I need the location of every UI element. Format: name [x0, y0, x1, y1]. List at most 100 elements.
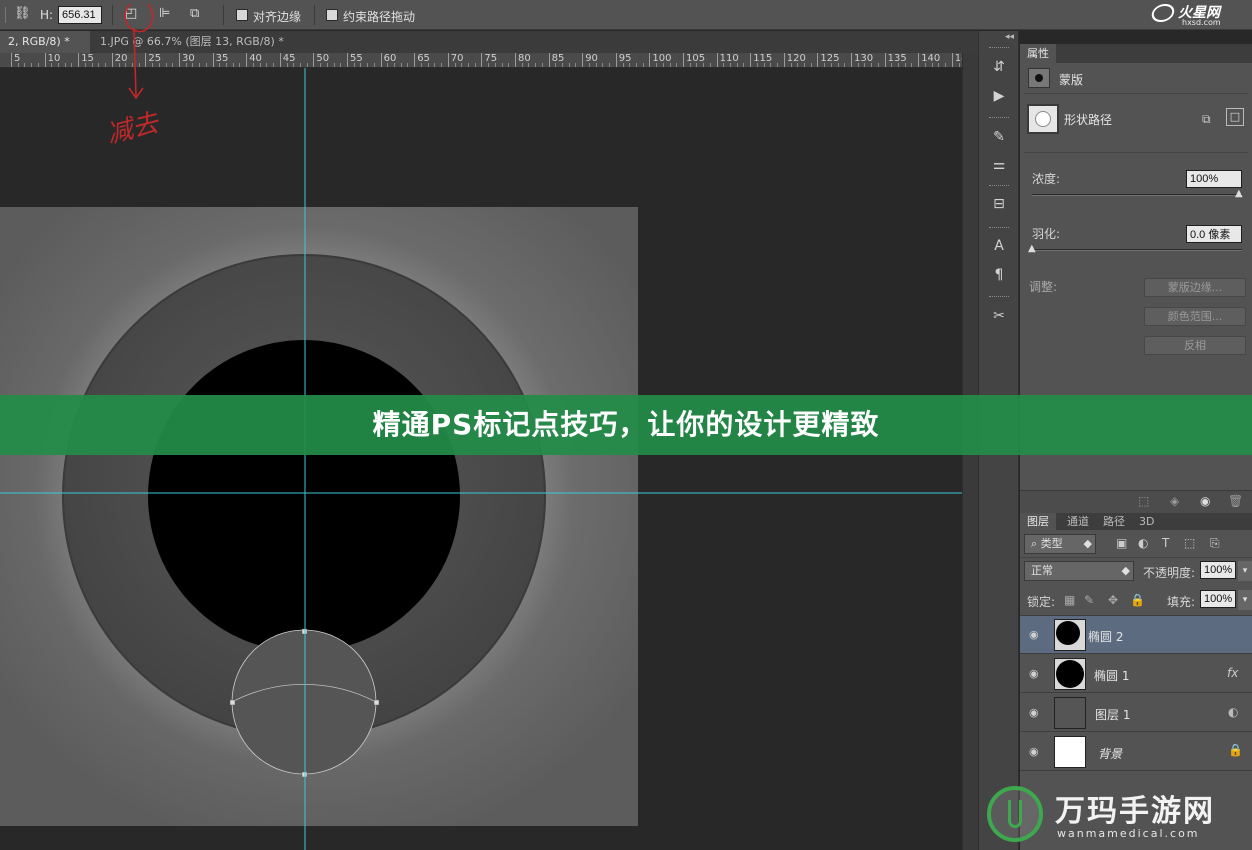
- visibility-icon[interactable]: ◉: [1200, 494, 1210, 508]
- filter-kind-select[interactable]: ⌕ 类型 ◆: [1024, 534, 1096, 554]
- collapse-arrows-icon[interactable]: ◂◂: [1005, 32, 1014, 42]
- dock-grip[interactable]: [989, 47, 1009, 49]
- history-icon[interactable]: ⇵: [987, 56, 1011, 78]
- adjust-label: 调整:: [1029, 280, 1058, 294]
- dock-grip[interactable]: [989, 227, 1009, 229]
- ellipse-2-path[interactable]: [231, 629, 377, 775]
- paragraph-icon[interactable]: ¶: [987, 264, 1011, 286]
- tool-presets-icon[interactable]: ✂: [987, 305, 1011, 327]
- actions-play-icon[interactable]: ▶: [987, 85, 1011, 107]
- feather-slider[interactable]: [1032, 249, 1242, 251]
- ruler-minor-tick: [273, 63, 275, 67]
- lock-image-icon[interactable]: ✎: [1084, 593, 1094, 607]
- ruler-minor-tick: [320, 63, 322, 67]
- brush-icon[interactable]: ✎: [987, 126, 1011, 148]
- filter-shape-icon[interactable]: ⬚: [1184, 536, 1195, 550]
- opacity-input[interactable]: [1200, 561, 1236, 579]
- fill-dropdown-icon[interactable]: ▾: [1238, 590, 1252, 610]
- character-icon[interactable]: A: [987, 235, 1011, 257]
- density-slider[interactable]: [1032, 194, 1242, 196]
- ruler-minor-tick: [461, 63, 463, 67]
- feather-slider-thumb[interactable]: ▲: [1028, 243, 1036, 254]
- ruler-minor-tick: [427, 63, 429, 67]
- brush-presets-icon[interactable]: ⚌: [987, 154, 1011, 176]
- layer-name[interactable]: 背景: [1098, 745, 1122, 762]
- filter-smart-object-icon[interactable]: ⎘: [1210, 536, 1220, 551]
- lock-position-icon[interactable]: ✥: [1108, 593, 1118, 607]
- ruler-minor-tick: [803, 63, 805, 67]
- apply-mask-icon[interactable]: ◈: [1170, 494, 1179, 508]
- chevron-icon: ◆: [1083, 537, 1092, 550]
- filter-type-icon[interactable]: T: [1162, 536, 1169, 550]
- density-slider-thumb[interactable]: ▲: [1235, 188, 1243, 199]
- divider: [1024, 152, 1248, 153]
- dock-grip[interactable]: [989, 117, 1009, 119]
- anchor-point-left[interactable]: [229, 699, 236, 706]
- tab-document-2[interactable]: 2, RGB/8) * ×: [0, 31, 90, 70]
- tab-layers[interactable]: 图层: [1020, 513, 1056, 530]
- eye-icon[interactable]: ◉: [1029, 706, 1039, 719]
- layer-row-layer-1[interactable]: ◉ 图层 1 ◐: [1020, 694, 1252, 732]
- ruler-minor-tick: [770, 63, 772, 67]
- ruler-minor-tick: [64, 63, 66, 67]
- tab-3d[interactable]: 3D: [1132, 513, 1161, 530]
- eye-icon[interactable]: ◉: [1029, 667, 1039, 680]
- tab-paths[interactable]: 路径: [1096, 513, 1132, 530]
- feather-input[interactable]: [1186, 225, 1242, 243]
- opacity-dropdown-icon[interactable]: ▾: [1238, 561, 1252, 581]
- shape-path-thumbnail[interactable]: [1027, 104, 1059, 134]
- align-edges-checkbox[interactable]: [236, 9, 248, 21]
- lock-transparent-icon[interactable]: ▦: [1064, 593, 1075, 607]
- invert-button[interactable]: 反相: [1144, 336, 1246, 355]
- mask-icon: [1028, 68, 1050, 88]
- density-input[interactable]: [1186, 170, 1242, 188]
- ruler-minor-tick: [629, 63, 631, 67]
- eye-icon[interactable]: ◉: [1029, 628, 1039, 641]
- dock-grip[interactable]: [989, 185, 1009, 187]
- ruler-minor-tick: [51, 63, 53, 67]
- ruler-minor-tick: [232, 63, 234, 67]
- height-input[interactable]: [58, 6, 102, 24]
- delete-mask-icon[interactable]: 🗑: [1228, 494, 1243, 508]
- ruler-minor-tick: [293, 63, 295, 67]
- canvas-area[interactable]: [0, 68, 962, 850]
- layer-row-background[interactable]: ◉ 背景 🔒: [1020, 733, 1252, 771]
- link-icon[interactable]: ⛓: [14, 6, 31, 21]
- eye-icon[interactable]: ◉: [1029, 745, 1039, 758]
- add-mask-icon[interactable]: ⧉: [1202, 112, 1211, 127]
- layer-name[interactable]: 图层 1: [1095, 706, 1130, 723]
- mask-edge-button[interactable]: 蒙版边缘...: [1144, 278, 1246, 297]
- layer-row-ellipse-2[interactable]: ◉ 椭圆 2: [1020, 616, 1252, 654]
- load-selection-icon[interactable]: ⬚: [1138, 494, 1149, 508]
- ruler-minor-tick: [588, 63, 590, 67]
- ellipse-1-shape[interactable]: [148, 340, 460, 652]
- fill-input[interactable]: [1200, 590, 1236, 608]
- ruler-minor-tick: [830, 63, 832, 67]
- filter-pixel-icon[interactable]: ▣: [1116, 536, 1127, 550]
- filter-adjustment-icon[interactable]: ◐: [1138, 536, 1148, 550]
- ruler-minor-tick: [924, 63, 926, 67]
- ruler-minor-tick: [871, 63, 873, 67]
- tab-channels[interactable]: 通道: [1060, 513, 1096, 530]
- dock-grip[interactable]: [989, 296, 1009, 298]
- select-path-icon[interactable]: □: [1226, 108, 1244, 126]
- tab-properties[interactable]: 属性: [1020, 44, 1056, 63]
- blend-mode-select[interactable]: 正常 ◆: [1024, 561, 1134, 581]
- ruler-minor-tick: [441, 63, 443, 67]
- color-range-button[interactable]: 颜色范围...: [1144, 307, 1246, 326]
- clone-source-icon[interactable]: ⊟: [987, 193, 1011, 215]
- ruler-minor-tick: [84, 63, 86, 67]
- layer-effect-icon[interactable]: ◐: [1228, 705, 1238, 719]
- lock-label: 锁定:: [1027, 595, 1056, 609]
- lock-all-icon[interactable]: 🔒: [1130, 593, 1145, 607]
- constrain-path-checkbox[interactable]: [326, 9, 338, 21]
- anchor-point-right[interactable]: [373, 699, 380, 706]
- layer-name[interactable]: 椭圆 1: [1094, 667, 1129, 684]
- ruler-minor-tick: [864, 63, 866, 67]
- ruler-minor-tick: [31, 63, 33, 67]
- layer-name[interactable]: 椭圆 2: [1088, 628, 1123, 645]
- layer-row-ellipse-1[interactable]: ◉ 椭圆 1 fx: [1020, 655, 1252, 693]
- path-arrangement-icon[interactable]: ⧉: [190, 6, 199, 21]
- ruler-minor-tick: [568, 63, 570, 67]
- layer-fx-badge[interactable]: fx: [1227, 666, 1238, 680]
